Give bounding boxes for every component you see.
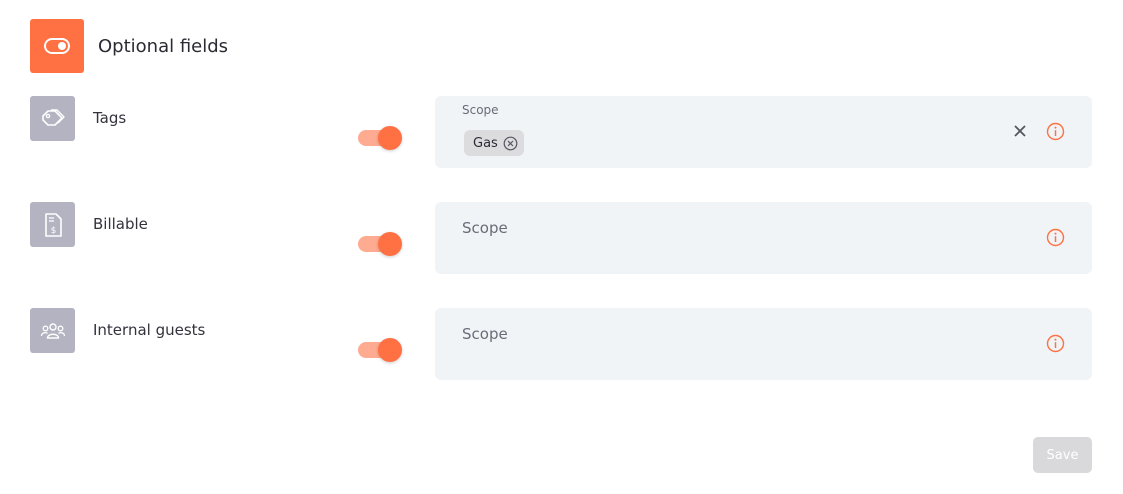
field-row-tags: Tags Scope Gas (0, 96, 1123, 168)
billable-toggle[interactable] (358, 231, 402, 257)
field-label-internal-guests: Internal guests (93, 321, 206, 339)
internal-guests-scope-select[interactable]: Scope (435, 308, 1092, 380)
tags-toggle[interactable] (358, 125, 402, 151)
invoice-dollar-icon: $ (30, 202, 75, 247)
chip-remove-icon[interactable] (503, 136, 518, 151)
field-row-internal-guests: Internal guests Scope (0, 308, 1123, 380)
toggle-knob (378, 232, 402, 256)
scope-chip: Gas (464, 130, 524, 156)
scope-placeholder: Scope (462, 219, 508, 237)
group-icon (30, 308, 75, 353)
info-icon[interactable] (1046, 228, 1065, 247)
scope-placeholder: Scope (462, 325, 508, 343)
internal-guests-toggle[interactable] (358, 337, 402, 363)
chip-label: Gas (473, 135, 498, 151)
info-icon[interactable] (1046, 122, 1065, 141)
section-header: Optional fields (30, 19, 228, 73)
field-label-billable: Billable (93, 215, 148, 233)
tag-icon (30, 96, 75, 141)
toggle-icon (30, 19, 84, 73)
svg-text:$: $ (50, 226, 56, 236)
field-row-billable: $ Billable Scope (0, 202, 1123, 274)
tags-scope-select[interactable]: Scope Gas (435, 96, 1092, 168)
billable-scope-select[interactable]: Scope (435, 202, 1092, 274)
scope-label: Scope (462, 103, 499, 117)
toggle-knob (378, 126, 402, 150)
save-button[interactable]: Save (1033, 437, 1092, 473)
clear-icon[interactable] (1012, 123, 1028, 139)
toggle-knob (378, 338, 402, 362)
info-icon[interactable] (1046, 334, 1065, 353)
field-label-tags: Tags (93, 109, 127, 127)
page-title: Optional fields (98, 35, 229, 57)
